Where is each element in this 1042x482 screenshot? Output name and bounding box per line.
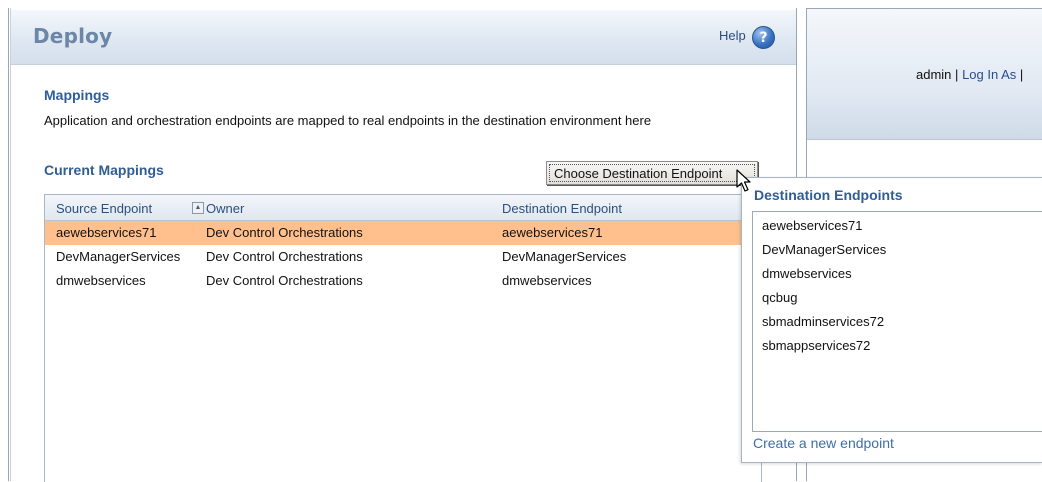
list-item[interactable]: DevManagerServices	[762, 242, 886, 257]
right-toolbar-band	[807, 96, 1042, 140]
list-item[interactable]: sbmappservices72	[762, 338, 870, 353]
mappings-description: Application and orchestration endpoints …	[44, 113, 652, 128]
cell-owner: Dev Control Orchestrations	[206, 249, 363, 264]
table-row[interactable]: dmwebservices Dev Control Orchestrations…	[45, 269, 761, 293]
cell-destination: dmwebservices	[502, 273, 592, 288]
create-new-endpoint-link[interactable]: Create a new endpoint	[753, 435, 894, 451]
cell-source: DevManagerServices	[56, 249, 181, 264]
panel-left-border	[8, 8, 9, 481]
sort-ascending-icon[interactable]: ▲	[192, 202, 204, 214]
table-row[interactable]: DevManagerServices Dev Control Orchestra…	[45, 245, 761, 269]
panel-left-inner-border	[10, 8, 11, 481]
column-header-source-endpoint[interactable]: Source Endpoint	[56, 201, 152, 216]
deploy-panel-header	[11, 10, 796, 65]
mouse-pointer-icon	[736, 169, 751, 192]
right-header	[807, 8, 1042, 96]
table-row[interactable]: aewebservices71 Dev Control Orchestratio…	[45, 221, 761, 245]
list-item[interactable]: dmwebservices	[762, 266, 852, 281]
log-in-as-link[interactable]: Log In As	[962, 67, 1016, 82]
current-mappings-heading: Current Mappings	[44, 162, 164, 178]
mappings-heading: Mappings	[44, 87, 110, 103]
list-item[interactable]: qcbug	[762, 290, 797, 305]
cell-owner: Dev Control Orchestrations	[206, 273, 363, 288]
destination-endpoints-title: Destination Endpoints	[754, 187, 903, 203]
cell-owner: Dev Control Orchestrations	[206, 225, 363, 240]
list-item[interactable]: aewebservices71	[762, 218, 862, 233]
destination-endpoints-popup: Destination Endpoints aewebservices71 De…	[741, 177, 1042, 463]
separator: |	[955, 67, 959, 82]
column-header-destination-endpoint[interactable]: Destination Endpoint	[502, 201, 622, 216]
user-bar: admin | Log In As |	[916, 67, 1023, 82]
page-title: Deploy	[33, 24, 113, 48]
cell-source: dmwebservices	[56, 273, 146, 288]
column-header-owner[interactable]: Owner	[206, 201, 244, 216]
list-item[interactable]: sbmadminservices72	[762, 314, 884, 329]
separator: |	[1019, 67, 1024, 82]
username: admin	[916, 67, 952, 82]
choose-destination-endpoint-button[interactable]: Choose Destination Endpoint	[546, 161, 758, 185]
button-focus-ring	[549, 164, 755, 182]
table-header: Source Endpoint ▲ Owner Destination Endp…	[45, 195, 761, 221]
cell-destination: DevManagerServices	[502, 249, 627, 264]
mappings-table: Source Endpoint ▲ Owner Destination Endp…	[44, 194, 762, 482]
destination-endpoints-list[interactable]: aewebservices71 DevManagerServices dmweb…	[752, 211, 1042, 432]
help-question-icon[interactable]: ?	[752, 26, 775, 49]
help-link[interactable]: Help	[719, 28, 746, 43]
cell-destination: aewebservices71	[502, 225, 603, 240]
cell-source: aewebservices71	[56, 225, 157, 240]
